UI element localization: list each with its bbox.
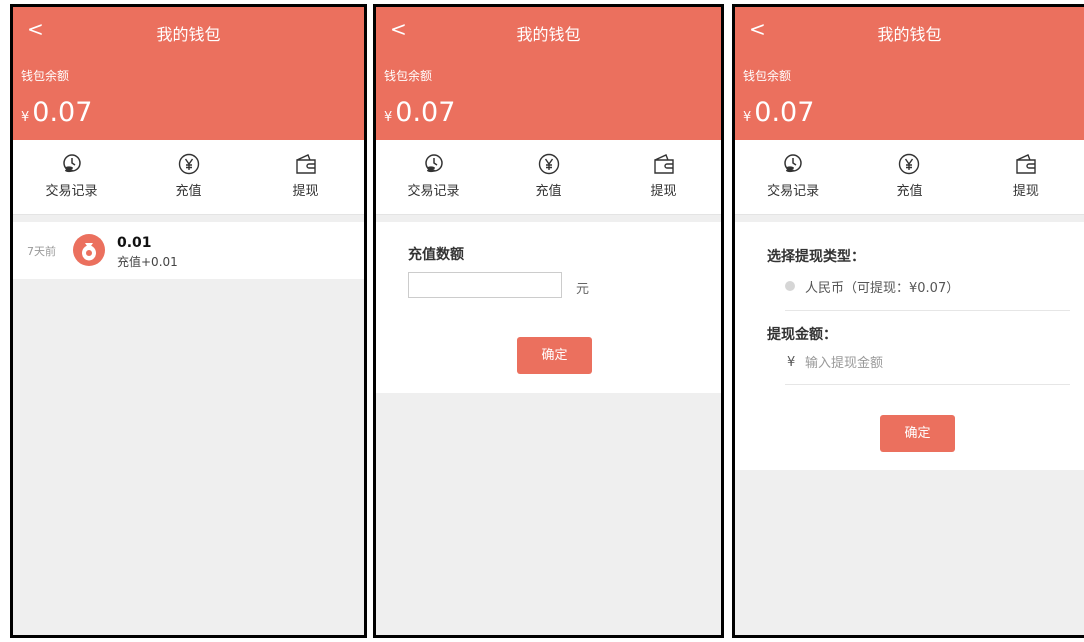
recharge-amount-label: 充值数额 [408,247,464,263]
recharge-button[interactable]: 充值 [851,140,967,214]
recharge-amount-input[interactable] [408,272,562,298]
page-title: 我的钱包 [877,25,942,44]
balance-label: 钱包余额 [21,69,70,83]
action-label: 交易记录 [767,184,820,199]
wallet-header: < 我的钱包 钱包余额 ¥0.07 [376,7,721,140]
balance-display: ¥0.07 [384,97,455,128]
withdraw-form: 选择提现类型： 人民币（可提现：¥0.07） 提现金额： ¥ 确定 [735,222,1084,470]
clock-coins-icon [784,154,802,173]
action-label: 充值 [535,184,562,199]
action-bar: 交易记录 充值 提现 [13,140,364,215]
list-item[interactable]: 7天前 0.01 充值+0.01 [13,222,364,279]
clock-coins-icon [424,154,443,173]
record-description: 充值+0.01 [117,255,178,269]
money-bag-icon [73,234,105,266]
action-label: 交易记录 [407,184,460,199]
withdraw-amount-input[interactable] [803,350,1007,376]
balance-label: 钱包余额 [384,69,433,83]
balance-display: ¥0.07 [21,97,92,128]
transaction-records-button[interactable]: 交易记录 [735,140,851,214]
withdraw-button[interactable]: 提现 [247,140,364,214]
yen-circle-icon [178,153,199,175]
confirm-button[interactable]: 确定 [517,337,592,374]
divider [785,310,1070,311]
wallet-icon [1016,154,1036,174]
confirm-button[interactable]: 确定 [880,415,955,452]
rmb-radio[interactable] [785,281,795,291]
withdraw-button[interactable]: 提现 [968,140,1084,214]
action-label: 交易记录 [45,184,98,199]
action-label: 提现 [292,184,319,199]
currency-symbol: ¥ [787,355,796,370]
transaction-records-button[interactable]: 交易记录 [13,140,130,214]
action-bar: 交易记录 充值 提现 [376,140,721,215]
withdraw-amount-label: 提现金额： [767,327,837,343]
wallet-header: < 我的钱包 钱包余额 ¥0.07 [13,7,364,140]
divider [785,384,1070,385]
page-title: 我的钱包 [516,25,581,44]
balance-amount: 0.07 [32,97,93,128]
action-label: 提现 [650,184,677,199]
rmb-option-label[interactable]: 人民币（可提现：¥0.07） [805,277,959,296]
currency-symbol: ¥ [21,110,30,125]
recharge-button[interactable]: 充值 [491,140,606,214]
wallet-icon [295,154,316,174]
record-time: 7天前 [27,245,56,258]
action-label: 充值 [896,184,923,199]
balance-label: 钱包余额 [743,69,792,83]
yen-circle-icon [538,153,559,175]
action-bar: 交易记录 充值 提现 [735,140,1084,215]
currency-symbol: ¥ [384,110,393,125]
withdraw-type-label: 选择提现类型： [767,249,865,265]
screen-withdraw: < 我的钱包 钱包余额 ¥0.07 交易记录 充值 提现 选择提现类型： 人民币… [732,4,1084,638]
recharge-button[interactable]: 充值 [130,140,247,214]
currency-symbol: ¥ [743,110,752,125]
screen-wallet-records: < 我的钱包 钱包余额 ¥0.07 交易记录 充值 提现 7天前 0.01 充值… [10,4,367,638]
yen-circle-icon [899,153,920,175]
action-label: 提现 [1012,184,1039,199]
clock-coins-icon [62,154,81,173]
recharge-form: 充值数额 元 确定 [376,222,721,393]
wallet-icon [653,154,674,174]
action-label: 充值 [175,184,202,199]
balance-amount: 0.07 [395,97,456,128]
unit-label: 元 [576,282,590,297]
transaction-records-button[interactable]: 交易记录 [376,140,491,214]
record-amount: 0.01 [117,235,152,251]
page-title: 我的钱包 [156,25,221,44]
balance-amount: 0.07 [754,97,815,128]
withdraw-button[interactable]: 提现 [606,140,721,214]
wallet-header: < 我的钱包 钱包余额 ¥0.07 [735,7,1084,140]
balance-display: ¥0.07 [743,97,814,128]
screen-recharge: < 我的钱包 钱包余额 ¥0.07 交易记录 充值 提现 充值数额 元 确定 [373,4,724,638]
